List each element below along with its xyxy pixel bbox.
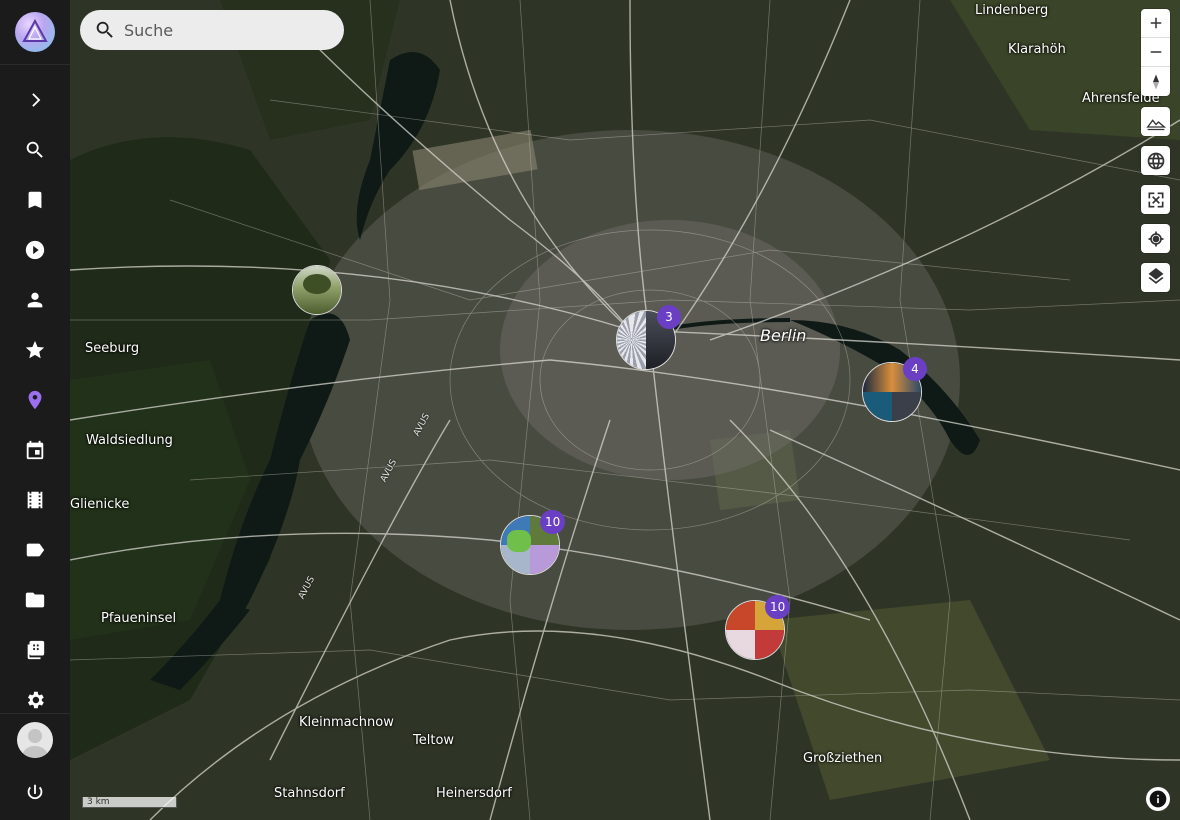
sidebar-item-folders[interactable] xyxy=(20,585,50,615)
sidebar-item-calendar[interactable] xyxy=(20,435,50,465)
place-label-glienicke: Glienicke xyxy=(70,497,130,512)
zoom-out-icon xyxy=(1150,51,1161,53)
zoom-in-button[interactable] xyxy=(1141,9,1170,38)
layers-icon xyxy=(1148,267,1163,284)
sidebar-expand[interactable] xyxy=(20,85,50,115)
info-icon xyxy=(1149,790,1167,808)
sidebar-item-slideshow[interactable] xyxy=(20,235,50,265)
place-label-grossziethen: Großziethen xyxy=(803,751,883,766)
globe-button[interactable] xyxy=(1141,146,1170,175)
map-scale: 3 km xyxy=(82,797,177,808)
compass-icon xyxy=(1152,74,1159,89)
library-icon xyxy=(27,640,45,660)
fullscreen-icon xyxy=(1148,192,1163,207)
place-label-stahnsdorf: Stahnsdorf xyxy=(274,786,345,801)
search-icon xyxy=(26,141,43,158)
sidebar-item-people[interactable] xyxy=(20,285,50,315)
cluster-count-badge: 3 xyxy=(657,305,681,329)
sidebar-item-labels[interactable] xyxy=(20,535,50,565)
sidebar xyxy=(0,0,70,820)
star-icon xyxy=(25,340,45,359)
zoom-in-icon xyxy=(1150,17,1161,29)
cluster-count-badge: 10 xyxy=(540,510,566,534)
search-bar xyxy=(80,10,344,50)
cluster-count-badge: 4 xyxy=(903,357,927,381)
locate-button[interactable] xyxy=(1141,224,1170,253)
sidebar-item-settings[interactable] xyxy=(20,685,50,715)
map-marker-icon xyxy=(28,390,42,410)
logout-button[interactable] xyxy=(20,778,50,808)
person-icon xyxy=(27,292,43,308)
place-label-seeburg: Seeburg xyxy=(85,341,140,356)
avatar[interactable] xyxy=(17,722,53,758)
app-logo[interactable] xyxy=(15,12,55,52)
sidebar-item-videos[interactable] xyxy=(20,485,50,515)
sidebar-divider xyxy=(0,713,70,714)
zoom-controls xyxy=(1141,9,1170,96)
place-label-heinersdorf: Heinersdorf xyxy=(436,786,512,801)
terrain-icon xyxy=(1145,118,1166,130)
sidebar-divider xyxy=(0,64,70,65)
place-label-teltow: Teltow xyxy=(413,733,455,748)
power-icon xyxy=(27,784,43,800)
sidebar-item-places[interactable] xyxy=(20,385,50,415)
calendar-icon xyxy=(26,440,44,460)
fullscreen-button[interactable] xyxy=(1141,185,1170,214)
search-input[interactable] xyxy=(124,20,324,40)
place-label-berlin: Berlin xyxy=(760,326,807,345)
gear-icon xyxy=(28,691,44,709)
place-label-waldsiedlung: Waldsiedlung xyxy=(86,433,173,448)
terrain-button[interactable] xyxy=(1141,107,1170,136)
film-icon xyxy=(27,491,43,509)
compass-button[interactable] xyxy=(1141,67,1170,96)
globe-icon xyxy=(1147,152,1164,169)
place-label-klarahoh: Klarahöh xyxy=(1008,42,1066,57)
chevron-right-icon xyxy=(32,93,41,107)
cluster-count-badge: 10 xyxy=(765,595,791,619)
photo-marker[interactable] xyxy=(292,265,342,315)
locate-icon xyxy=(1148,231,1163,246)
place-label-pfaueninsel: Pfaueninsel xyxy=(101,611,177,626)
folder-icon xyxy=(25,592,45,608)
play-circle-icon xyxy=(25,240,45,260)
sidebar-item-bookmarks[interactable] xyxy=(20,185,50,215)
place-label-lindenberg: Lindenberg xyxy=(975,3,1049,18)
search-icon xyxy=(96,21,113,38)
label-icon xyxy=(26,543,45,557)
place-label-kleinmachnow: Kleinmachnow xyxy=(299,715,394,730)
sidebar-item-favorites[interactable] xyxy=(20,335,50,365)
bookmark-icon xyxy=(28,191,42,209)
satellite-map[interactable]: Lindenberg Klarahöh Ahrensfelde Berlin S… xyxy=(70,0,1180,820)
attribution-button[interactable] xyxy=(1146,787,1170,811)
layers-button[interactable] xyxy=(1141,263,1170,292)
map-imagery xyxy=(70,0,1180,820)
sidebar-item-search[interactable] xyxy=(20,135,50,165)
zoom-out-button[interactable] xyxy=(1141,38,1170,67)
sidebar-item-library[interactable] xyxy=(20,635,50,665)
